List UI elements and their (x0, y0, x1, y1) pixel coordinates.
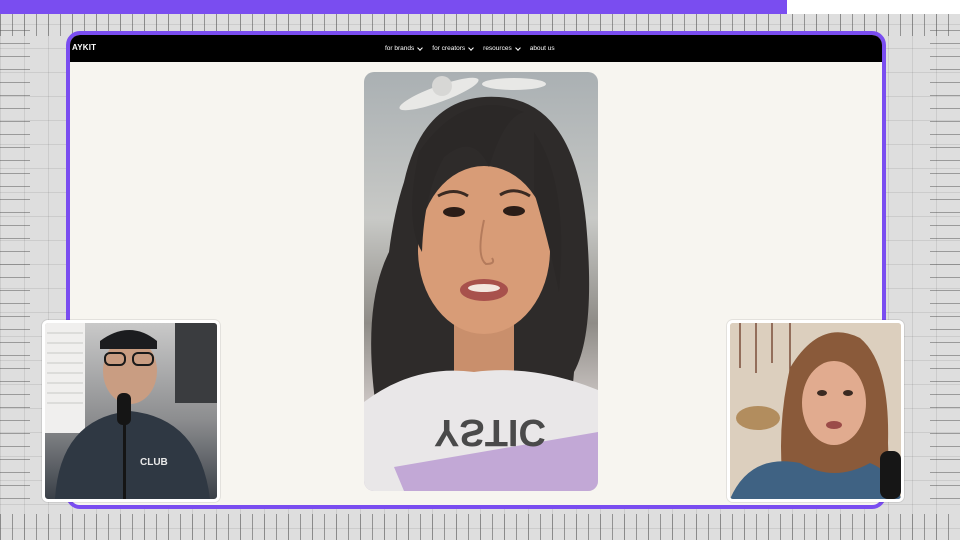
main-video-player[interactable]: YSTIC (364, 72, 598, 491)
webcam-right-frame (730, 323, 901, 499)
webcam-guest-right (727, 320, 904, 502)
chevron-down-icon (417, 44, 424, 51)
nav-links: for brands for creators resources about … (385, 35, 555, 62)
site-navbar: AYKIT for brands for creators resources … (70, 35, 882, 62)
ruler-bottom (0, 514, 960, 540)
webcam-left-frame: CLUB (45, 323, 217, 499)
nav-item-label: for brands (385, 45, 415, 52)
nav-item-resources[interactable]: resources (483, 44, 521, 52)
nav-item-label: for creators (432, 45, 466, 52)
chevron-down-icon (468, 44, 474, 51)
video-progress-track (0, 0, 960, 14)
main-video-frame: YSTIC (364, 76, 598, 491)
chevron-down-icon (514, 44, 521, 51)
nav-item-label: resources (483, 45, 512, 52)
nav-item-for-brands[interactable]: for brands (385, 44, 424, 52)
nav-item-label: about us (529, 45, 555, 52)
nav-item-for-creators[interactable]: for creators (432, 44, 474, 52)
shirt-print-text: YSTIC (434, 411, 546, 453)
site-logo[interactable]: AYKIT (72, 43, 96, 52)
video-progress-fill (0, 0, 788, 14)
shirt-print-text: CLUB (140, 457, 168, 468)
ruler-left (0, 30, 30, 510)
ruler-right (930, 30, 960, 510)
nav-item-about-us[interactable]: about us (530, 45, 555, 52)
webcam-host-left: CLUB (42, 320, 220, 502)
